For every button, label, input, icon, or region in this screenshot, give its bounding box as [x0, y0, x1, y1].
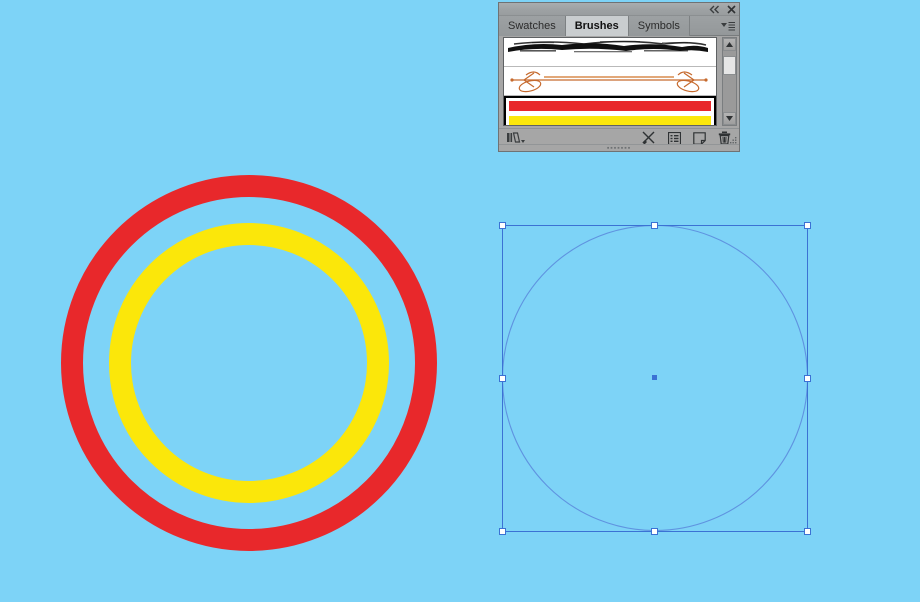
inner-yellow-ring — [109, 223, 389, 503]
brush-list-scrollbar[interactable] — [722, 37, 737, 126]
brushes-panel[interactable]: Swatches Brushes Symbols ▪▪▪▪▪▪▪ — [498, 2, 740, 152]
brush-list-item-ornament-arrow[interactable] — [504, 67, 716, 96]
brush-list-item-charcoal[interactable] — [504, 38, 716, 67]
panel-tab-bar[interactable]: Swatches Brushes Symbols — [499, 16, 739, 36]
art-brush-circle[interactable] — [61, 175, 437, 551]
scroll-up-arrow-icon[interactable] — [723, 38, 736, 51]
scroll-down-arrow-icon[interactable] — [723, 112, 736, 125]
panel-titlebar[interactable] — [499, 3, 739, 16]
remove-brush-stroke-icon[interactable] — [642, 131, 656, 145]
bbox-handle-top-right[interactable] — [804, 222, 811, 229]
ornament-arrow-brush-preview — [510, 71, 708, 93]
pattern-red-bar — [509, 101, 711, 111]
brush-list[interactable] — [503, 37, 717, 126]
artwork-layer — [61, 175, 809, 551]
pattern-yellow-bar — [509, 116, 711, 125]
illustrator-canvas[interactable]: Swatches Brushes Symbols ▪▪▪▪▪▪▪ — [0, 0, 920, 602]
object-center-point — [652, 375, 657, 380]
close-icon[interactable] — [727, 5, 736, 14]
tab-brushes[interactable]: Brushes — [565, 16, 629, 36]
scrollbar-thumb[interactable] — [723, 56, 736, 75]
bbox-handle-middle-right[interactable] — [804, 375, 811, 382]
dock-grip-dots: ▪▪▪▪▪▪▪ — [606, 144, 632, 152]
bbox-handle-bottom-left[interactable] — [499, 528, 506, 535]
tab-swatches[interactable]: Swatches — [499, 16, 566, 36]
new-page-icon[interactable] — [693, 131, 706, 145]
bbox-handle-bottom-center[interactable] — [651, 528, 658, 535]
panel-menu-icon[interactable] — [720, 19, 736, 32]
bbox-handle-top-center[interactable] — [651, 222, 658, 229]
panel-dock-grip[interactable]: ▪▪▪▪▪▪▪ — [499, 144, 739, 152]
brush-list-item-red-yellow-pattern[interactable] — [504, 96, 716, 125]
bbox-handle-top-left[interactable] — [499, 222, 506, 229]
charcoal-brush-preview — [508, 40, 708, 53]
brush-libraries-icon[interactable] — [506, 131, 528, 145]
bbox-handle-bottom-right[interactable] — [804, 528, 811, 535]
bbox-handle-middle-left[interactable] — [499, 375, 506, 382]
collapse-to-icons-icon[interactable] — [709, 5, 720, 14]
panel-body — [499, 36, 739, 128]
options-list-icon[interactable] — [667, 131, 682, 145]
tab-symbols[interactable]: Symbols — [628, 16, 690, 36]
